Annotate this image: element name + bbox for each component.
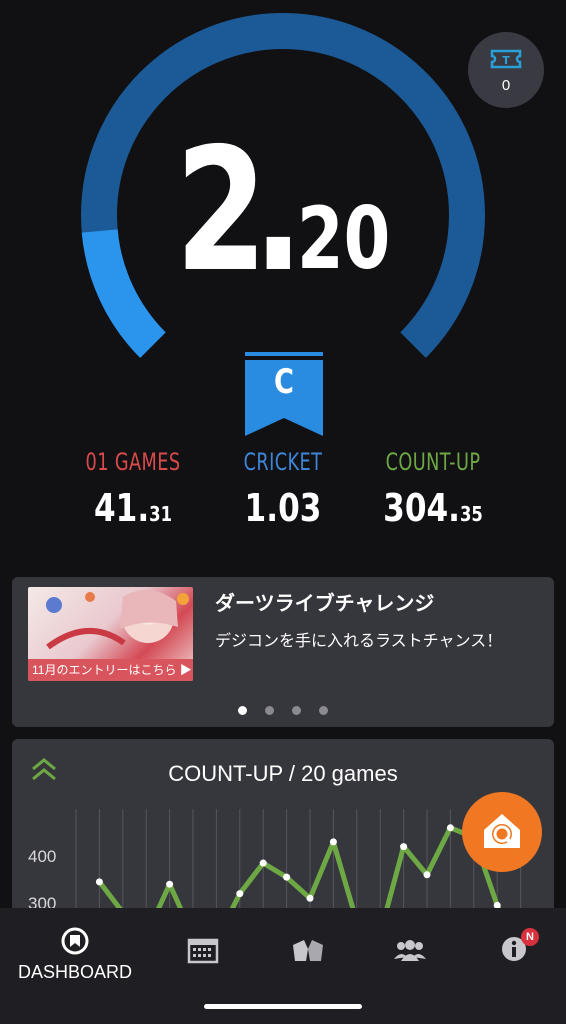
class-letter: C [274, 362, 294, 402]
notification-badge: N [521, 928, 539, 946]
stat-01-games[interactable]: 01 GAMES 41.31 [48, 448, 218, 530]
home-indicator [204, 1004, 362, 1009]
stat-value: 41.31 [93, 486, 173, 530]
banner-image[interactable]: 11月のエントリーはこちら ▶ [28, 587, 193, 681]
chart-point [283, 873, 291, 881]
stat-cricket[interactable]: CRICKET 1.03 [198, 448, 368, 530]
chart-point [423, 871, 431, 879]
chart-point [95, 878, 103, 886]
promo-banner[interactable]: 11月のエントリーはこちら ▶ ダーツライブチャレンジ デジコンを手に入れるラス… [12, 577, 554, 727]
tab-dashboard[interactable]: DASHBOARD [16, 926, 134, 983]
rating-value: 2 . 20 [0, 112, 566, 310]
rating-decimal: 20 [296, 189, 390, 289]
banner-artwork [46, 589, 189, 650]
home-search-button[interactable] [462, 792, 542, 872]
carousel-dots [12, 706, 554, 715]
stat-count-up[interactable]: COUNT-UP 304.35 [348, 448, 518, 530]
home-search-icon [484, 814, 520, 848]
chart-point [166, 880, 174, 888]
chart-point [236, 890, 244, 898]
tab-label: DASHBOARD [17, 962, 133, 982]
carousel-dot[interactable] [238, 706, 247, 715]
banner-caption: 11月のエントリーはこちら ▶ [28, 659, 193, 681]
stat-value: 304.35 [383, 486, 483, 530]
carousel-dot[interactable] [265, 706, 274, 715]
chart-point [306, 894, 314, 902]
chart-point [329, 838, 337, 846]
y-tick-label: 400 [28, 847, 56, 866]
tab-friends[interactable] [392, 926, 428, 963]
rating-integer: 2 [174, 112, 267, 310]
rating-dot: . [253, 112, 304, 310]
chart-point [446, 824, 454, 832]
friends-icon [394, 940, 426, 961]
banner-description: デジコンを手に入れるラストチャンス！ [215, 633, 503, 650]
dashboard-icon [61, 927, 89, 955]
tab-versus[interactable] [288, 926, 328, 965]
calendar-icon [187, 938, 219, 964]
chart-point [400, 843, 408, 851]
tab-calendar[interactable] [186, 926, 220, 964]
carousel-dot[interactable] [319, 706, 328, 715]
stat-label: COUNT-UP [385, 448, 481, 476]
carousel-dot[interactable] [292, 706, 301, 715]
stat-label: 01 GAMES [85, 448, 181, 476]
stat-label: CRICKET [243, 448, 323, 476]
banner-title: ダーツライブチャレンジ [215, 593, 435, 615]
chart-point [259, 859, 267, 867]
versus-icon [293, 940, 323, 961]
tab-info[interactable]: N [500, 926, 539, 967]
stat-value: 1.03 [244, 486, 322, 530]
